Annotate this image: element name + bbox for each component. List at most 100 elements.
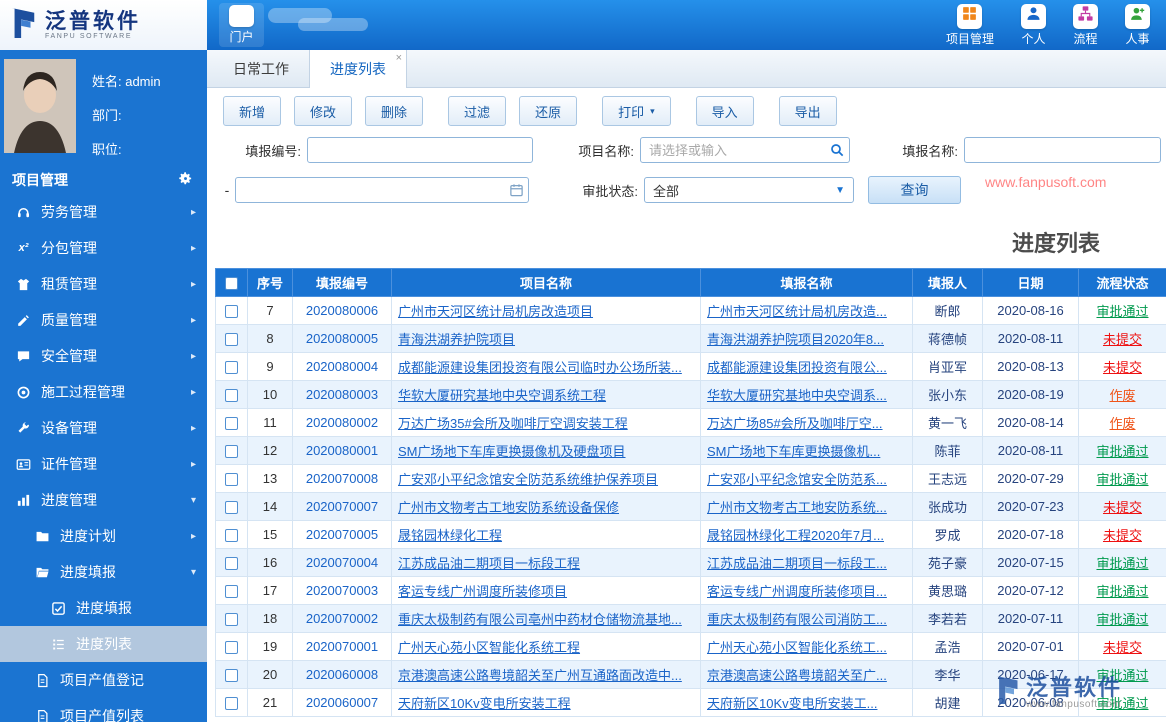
column-header-date[interactable]: 日期	[982, 268, 1079, 297]
sidebar-item-2[interactable]: 租赁管理 ▸	[0, 266, 207, 302]
cell-project-link[interactable]: 重庆太极制药有限公司亳州中药材仓储物流基地...	[398, 612, 682, 627]
cell-status-link[interactable]: 审批通过	[1096, 556, 1148, 571]
fill-name-input[interactable]	[964, 137, 1161, 163]
cell-fill-name-link[interactable]: 华软大厦研究基地中央空调系...	[707, 388, 887, 403]
修改-button[interactable]: 修改	[294, 96, 353, 126]
cell-status-link[interactable]: 审批通过	[1096, 584, 1148, 599]
cell-status-link[interactable]: 未提交	[1103, 528, 1142, 543]
sidebar-item-14[interactable]: 项目产值列表	[0, 698, 207, 722]
导出-button[interactable]: 导出	[778, 96, 837, 126]
cell-fill-name-link[interactable]: 天府新区10Kv变电所安装工...	[707, 696, 877, 711]
cell-fill-no-link[interactable]: 2020080001	[306, 443, 378, 458]
row-checkbox[interactable]	[225, 473, 238, 487]
column-header-project[interactable]: 项目名称	[391, 268, 701, 297]
sidebar-item-8[interactable]: 进度管理 ▾	[0, 482, 207, 518]
select-all-checkbox[interactable]	[225, 277, 238, 291]
cell-project-link[interactable]: 成都能源建设集团投资有限公司临时办公场所装...	[398, 360, 682, 375]
project-input[interactable]	[640, 137, 850, 163]
row-checkbox[interactable]	[225, 445, 238, 459]
导入-button[interactable]: 导入	[695, 96, 754, 126]
cell-fill-name-link[interactable]: 广州天心苑小区智能化系统工...	[707, 640, 887, 655]
cell-fill-name-link[interactable]: 青海洪湖养护院项目2020年8...	[707, 332, 884, 347]
row-checkbox[interactable]	[225, 417, 238, 431]
cell-fill-name-link[interactable]: SM广场地下车库更换摄像机...	[707, 444, 880, 459]
row-checkbox[interactable]	[225, 557, 238, 571]
calendar-icon[interactable]	[509, 183, 524, 198]
nav-item-flow[interactable]: 流程	[1073, 3, 1098, 47]
gear-icon[interactable]	[178, 171, 193, 189]
sidebar-item-13[interactable]: 项目产值登记	[0, 662, 207, 698]
sidebar-item-9[interactable]: 进度计划 ▸	[0, 518, 207, 554]
cell-project-link[interactable]: 华软大厦研究基地中央空调系统工程	[398, 388, 606, 403]
cell-fill-name-link[interactable]: 成都能源建设集团投资有限公...	[707, 360, 887, 375]
新增-button[interactable]: 新增	[223, 96, 282, 126]
cell-status-link[interactable]: 审批通过	[1096, 612, 1148, 627]
nav-item-person[interactable]: 个人	[1021, 3, 1046, 47]
删除-button[interactable]: 删除	[365, 96, 424, 126]
sidebar-item-5[interactable]: 施工过程管理 ▸	[0, 374, 207, 410]
cell-status-link[interactable]: 审批通过	[1096, 472, 1148, 487]
cell-status-link[interactable]: 审批通过	[1096, 444, 1148, 459]
还原-button[interactable]: 还原	[519, 96, 578, 126]
cell-fill-no-link[interactable]: 2020070002	[306, 611, 378, 626]
cell-fill-name-link[interactable]: 广州市文物考古工地安防系统...	[707, 500, 887, 515]
cell-fill-name-link[interactable]: 京港澳高速公路粤境韶关至广...	[707, 668, 887, 683]
sidebar-item-7[interactable]: 证件管理 ▸	[0, 446, 207, 482]
cell-fill-no-link[interactable]: 2020080004	[306, 359, 378, 374]
row-checkbox[interactable]	[225, 669, 238, 683]
sidebar-item-1[interactable]: x² 分包管理 ▸	[0, 230, 207, 266]
query-button[interactable]: 查询	[868, 176, 961, 204]
cell-status-link[interactable]: 未提交	[1103, 332, 1142, 347]
row-checkbox[interactable]	[225, 501, 238, 515]
cell-fill-name-link[interactable]: 重庆太极制药有限公司消防工...	[707, 612, 887, 627]
row-checkbox[interactable]	[225, 529, 238, 543]
cell-project-link[interactable]: 晟铭园林绿化工程	[398, 528, 502, 543]
tab-inactive[interactable]: 日常工作	[213, 50, 309, 87]
sidebar-item-10[interactable]: 进度填报 ▾	[0, 554, 207, 590]
tab-active[interactable]: 进度列表 ×	[309, 50, 407, 88]
row-checkbox[interactable]	[225, 389, 238, 403]
nav-item-portal[interactable]: 门户	[219, 3, 264, 47]
cell-fill-name-link[interactable]: 晟铭园林绿化工程2020年7月...	[707, 528, 884, 543]
cell-fill-no-link[interactable]: 2020060007	[306, 695, 378, 710]
sidebar-item-12[interactable]: 进度列表	[0, 626, 207, 662]
cell-status-link[interactable]: 审批通过	[1096, 304, 1148, 319]
column-header-fill-no[interactable]: 填报编号	[292, 268, 392, 297]
date-input[interactable]	[235, 177, 529, 203]
nav-item-people[interactable]: 人事	[1125, 3, 1150, 47]
column-header-status[interactable]: 流程状态	[1078, 268, 1166, 297]
cell-status-link[interactable]: 作废	[1109, 388, 1135, 403]
cell-status-link[interactable]: 未提交	[1103, 360, 1142, 375]
cell-fill-name-link[interactable]: 广安邓小平纪念馆安全防范系...	[707, 472, 887, 487]
row-checkbox[interactable]	[225, 305, 238, 319]
cell-fill-name-link[interactable]: 江苏成品油二期项目一标段工...	[707, 556, 887, 571]
row-checkbox[interactable]	[225, 585, 238, 599]
sidebar-item-11[interactable]: 进度填报	[0, 590, 207, 626]
cell-project-link[interactable]: 青海洪湖养护院项目	[398, 332, 515, 347]
cell-status-link[interactable]: 未提交	[1103, 640, 1142, 655]
column-header-fill-name[interactable]: 填报名称	[700, 268, 913, 297]
cell-project-link[interactable]: 客运专线广州调度所装修项目	[398, 584, 567, 599]
column-header-person[interactable]: 填报人	[912, 268, 983, 297]
status-select[interactable]: 全部 ▼	[644, 177, 854, 203]
search-icon[interactable]	[829, 142, 845, 158]
sidebar-section-header[interactable]: 项目管理	[0, 166, 207, 194]
cell-project-link[interactable]: SM广场地下车库更换摄像机及硬盘项目	[398, 444, 626, 459]
row-checkbox[interactable]	[225, 641, 238, 655]
过滤-button[interactable]: 过滤	[448, 96, 507, 126]
fill-no-input[interactable]	[307, 137, 533, 163]
cell-status-link[interactable]: 未提交	[1103, 500, 1142, 515]
cell-fill-no-link[interactable]: 2020070004	[306, 555, 378, 570]
cell-fill-name-link[interactable]: 广州市天河区统计局机房改造...	[707, 304, 887, 319]
sidebar-item-6[interactable]: 设备管理 ▸	[0, 410, 207, 446]
打印-button[interactable]: 打印 ▾	[602, 96, 671, 126]
cell-project-link[interactable]: 万达广场35#会所及咖啡厅空调安装工程	[398, 416, 628, 431]
cell-project-link[interactable]: 广州市文物考古工地安防系统设备保修	[398, 500, 619, 515]
cell-status-link[interactable]: 审批通过	[1096, 668, 1148, 683]
cell-fill-no-link[interactable]: 2020070007	[306, 499, 378, 514]
cell-fill-no-link[interactable]: 2020080002	[306, 415, 378, 430]
cell-fill-name-link[interactable]: 万达广场85#会所及咖啡厅空...	[707, 416, 883, 431]
cell-fill-no-link[interactable]: 2020080005	[306, 331, 378, 346]
cell-fill-no-link[interactable]: 2020080006	[306, 303, 378, 318]
cell-project-link[interactable]: 京港澳高速公路粤境韶关至广州互通路面改造中...	[398, 668, 682, 683]
